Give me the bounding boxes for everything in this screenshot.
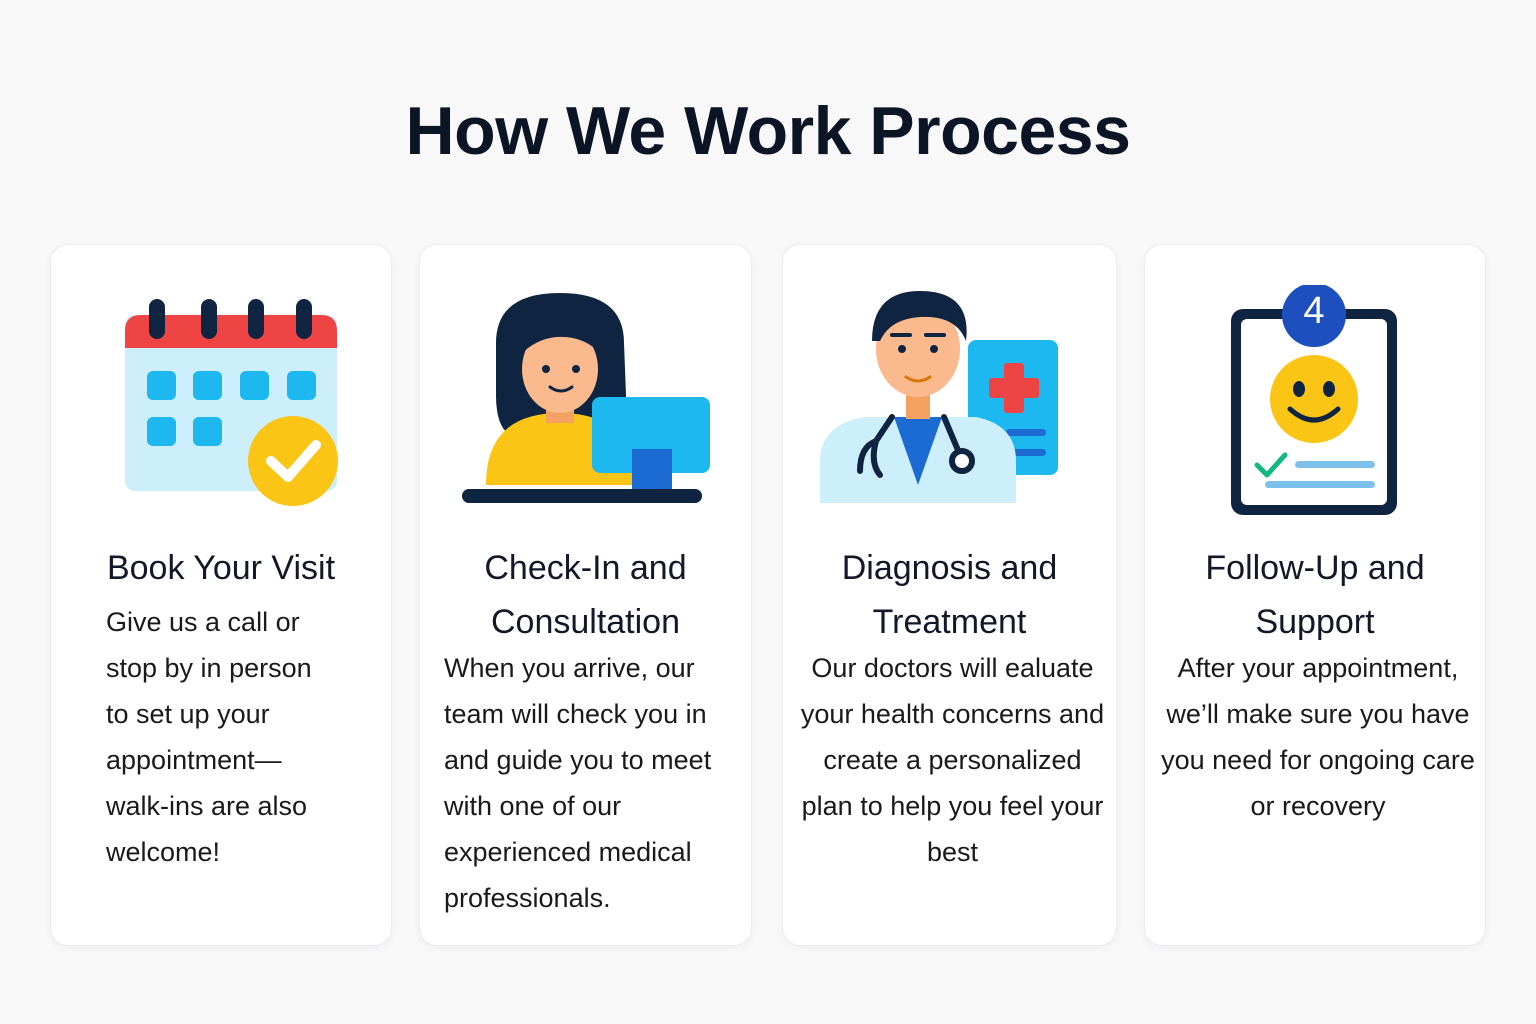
- step-number-badge: 4: [1303, 290, 1325, 332]
- step-description: Give us a call or stop by in person to s…: [106, 607, 312, 867]
- doctor-icon: [819, 285, 1080, 515]
- patient-checkin-icon: [456, 285, 716, 515]
- step-title: Check-In and Consultation: [484, 549, 687, 641]
- step-description: When you arrive, our team will check you…: [444, 653, 712, 913]
- step-description: After your appointment, we’ll make sure …: [1161, 653, 1475, 821]
- page-title: How We Work Process: [405, 93, 1131, 169]
- calendar-check-icon: [91, 285, 351, 515]
- step-description: Our doctors will ealuate your health con…: [800, 653, 1105, 867]
- step-card-book-visit: Book Your Visit Give us a call or stop b…: [50, 244, 392, 946]
- step-card-follow-up: 4 Follow-Up and Support After your appoi…: [1144, 244, 1486, 946]
- clipboard-smiley-icon: 4: [1185, 285, 1445, 515]
- step-title: Diagnosis and Treatment: [841, 549, 1058, 641]
- step-title: Book Your Visit: [106, 549, 336, 587]
- step-card-diagnosis: Diagnosis and Treatment Our doctors will…: [782, 244, 1117, 946]
- step-card-check-in: Check-In and Consultation When you arriv…: [419, 244, 752, 946]
- step-title: Follow-Up and Support: [1205, 549, 1425, 641]
